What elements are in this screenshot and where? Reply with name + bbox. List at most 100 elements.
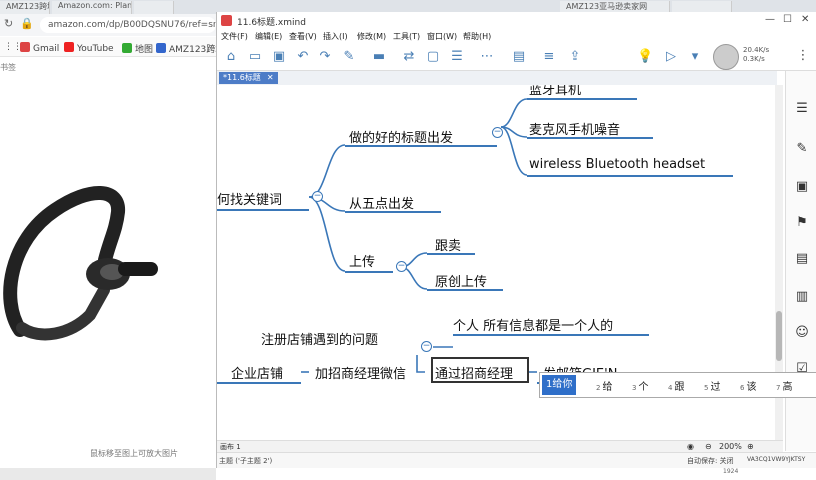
undo-icon[interactable]: ↶ <box>295 49 311 65</box>
collapse-toggle-icon[interactable]: − <box>396 261 407 272</box>
ime-candidate-bar: 1给你 2给 3个 4跟 5过 6该 7高 <box>539 372 816 398</box>
format-panel-icon[interactable]: ✎ <box>794 141 810 157</box>
browser-tab[interactable]: AMZ123跨境卖家网 <box>0 1 50 14</box>
topic-underline <box>527 175 733 177</box>
image-panel-icon[interactable]: ▣ <box>794 179 810 195</box>
amz123-icon <box>156 43 166 53</box>
home-icon[interactable]: ⌂ <box>223 49 239 65</box>
browser-tab[interactable]: Amazon.com: Plantron... <box>52 1 132 14</box>
topic-from-good-titles[interactable]: 做的好的标题出发 <box>349 127 453 146</box>
youtube-icon <box>64 42 74 52</box>
bookmark-gmail[interactable]: Gmail <box>20 42 59 54</box>
menu-modify[interactable]: 修改(M) <box>357 31 386 42</box>
topic-underline <box>427 289 503 291</box>
menu-bar: 文件(F) 编辑(E) 查看(V) 插入(I) 修改(M) 工具(T) 窗口(W… <box>217 29 816 43</box>
close-tab-icon[interactable]: ✕ <box>267 73 274 82</box>
more-icon[interactable]: ⋯ <box>479 49 495 65</box>
topic-via-manager[interactable]: 通过招商经理 <box>435 363 513 382</box>
scrollbar-thumb[interactable] <box>776 311 782 361</box>
outline-panel-icon[interactable]: ☰ <box>794 101 810 117</box>
lock-icon: 🔒 <box>20 17 34 30</box>
menu-window[interactable]: 窗口(W) <box>427 31 457 42</box>
menu-view[interactable]: 查看(V) <box>289 31 317 42</box>
format-painter-icon[interactable]: ✎ <box>341 49 357 65</box>
download-speed: 0.3K/s <box>743 55 765 63</box>
ime-candidate-text: 给 <box>602 382 613 393</box>
maximize-button[interactable]: ☐ <box>783 14 792 25</box>
maps-icon <box>122 43 132 53</box>
topic-enterprise-store[interactable]: 企业店铺 <box>231 363 283 382</box>
tab-document[interactable]: *11.6标题 ✕ <box>219 72 278 84</box>
menu-tools[interactable]: 工具(T) <box>393 31 420 42</box>
layout-icon[interactable]: ▤ <box>511 49 527 65</box>
ime-candidate[interactable]: 5过 <box>704 378 720 393</box>
zoom-level[interactable]: 200% <box>719 442 742 451</box>
topic-bluetooth-earphone[interactable]: 蓝牙耳机 <box>529 85 581 98</box>
topic-wireless-headset[interactable]: wireless Bluetooth headset <box>529 157 705 172</box>
topic-upload[interactable]: 上传 <box>349 251 375 270</box>
topic-add-manager-wechat[interactable]: 加招商经理微信 <box>315 363 406 382</box>
browser-tab[interactable] <box>134 1 174 14</box>
more-options-icon[interactable]: ⋮ <box>795 48 811 64</box>
topic-underline <box>345 211 441 213</box>
topic-underline <box>527 137 653 139</box>
topic-original-upload[interactable]: 原创上传 <box>435 271 487 290</box>
save-icon[interactable]: ▣ <box>271 49 287 65</box>
headset-product-image[interactable] <box>0 150 216 350</box>
redo-icon[interactable]: ↷ <box>317 49 333 65</box>
boundary-icon[interactable]: ▢ <box>425 49 441 65</box>
avatar[interactable] <box>713 44 739 70</box>
emoji-panel-icon[interactable]: ☺ <box>794 325 810 341</box>
menu-help[interactable]: 帮助(H) <box>463 31 491 42</box>
summary-icon[interactable]: ☰ <box>449 49 465 65</box>
ime-candidate[interactable]: 6该 <box>740 378 756 393</box>
open-folder-icon[interactable]: ▭ <box>247 49 263 65</box>
topic-follow-sell[interactable]: 跟卖 <box>435 235 461 254</box>
menu-edit[interactable]: 编辑(E) <box>255 31 282 42</box>
topic-personal-info-note[interactable]: 个人 所有信息都是一个人的 <box>453 315 613 334</box>
url-field[interactable]: amazon.com/dp/B00DQSNU76/ref=sr_ <box>40 17 216 33</box>
ime-candidate[interactable]: 3个 <box>632 378 648 393</box>
ime-candidate[interactable]: 4跟 <box>668 378 684 393</box>
topic-from-five-points[interactable]: 从五点出发 <box>349 193 414 212</box>
menu-file[interactable]: 文件(F) <box>221 31 248 42</box>
bookmark-youtube[interactable]: YouTube <box>64 42 114 54</box>
topic-store-registration-problems[interactable]: 注册店铺遇到的问题 <box>261 329 378 348</box>
status-autosave[interactable]: 自动保存: 关闭 <box>687 456 734 466</box>
collapse-toggle-icon[interactable]: − <box>492 127 503 138</box>
topic-root-find-keywords[interactable]: 何找关键词 <box>217 189 282 208</box>
zoom-out-icon[interactable]: ⊖ <box>705 442 712 451</box>
ime-candidate-selected[interactable]: 1给你 <box>542 375 577 395</box>
collapse-toggle-icon[interactable]: − <box>421 341 432 352</box>
minimize-button[interactable]: — <box>765 14 775 25</box>
present-icon[interactable]: ▷ <box>663 49 679 65</box>
ime-candidate[interactable]: 7高 <box>776 378 792 393</box>
menu-insert[interactable]: 插入(I) <box>323 31 348 42</box>
document-tabs: *11.6标题 ✕ <box>217 71 777 85</box>
style-panel-icon[interactable]: ▤ <box>794 251 810 267</box>
zoom-in-icon[interactable]: ⊕ <box>747 442 754 451</box>
brainstorm-icon[interactable]: 💡 <box>637 49 653 65</box>
sheet-tab[interactable]: 画布 1 <box>220 442 241 452</box>
bookmark-maps[interactable]: 地图 <box>122 42 153 55</box>
ime-candidate[interactable]: 2给 <box>596 378 612 393</box>
bookmark-label: 地图 <box>135 45 154 55</box>
xmind-logo-icon <box>221 15 232 26</box>
outline-icon[interactable]: ≡ <box>541 49 557 65</box>
relationship-icon[interactable]: ⇄ <box>401 49 417 65</box>
eye-icon[interactable]: ◉ <box>687 442 694 451</box>
share-icon[interactable]: ⇪ <box>567 49 583 65</box>
taskbar <box>0 468 216 480</box>
dropdown-icon[interactable]: ▾ <box>687 49 703 65</box>
topic-underline <box>345 145 497 147</box>
notes-panel-icon[interactable]: ▥ <box>794 289 810 305</box>
topic-mic-noise[interactable]: 麦克风手机噪音 <box>529 119 620 138</box>
topic-underline <box>427 253 475 255</box>
status-time: 1924 <box>723 468 739 475</box>
close-button[interactable]: ✕ <box>801 14 809 25</box>
collapse-toggle-icon[interactable]: − <box>312 191 323 202</box>
insert-topic-icon[interactable]: ▬ <box>371 49 387 65</box>
marker-panel-icon[interactable]: ⚑ <box>794 215 810 231</box>
reload-icon[interactable]: ↻ <box>4 17 13 30</box>
ime-candidate-number: 2 <box>596 384 601 392</box>
